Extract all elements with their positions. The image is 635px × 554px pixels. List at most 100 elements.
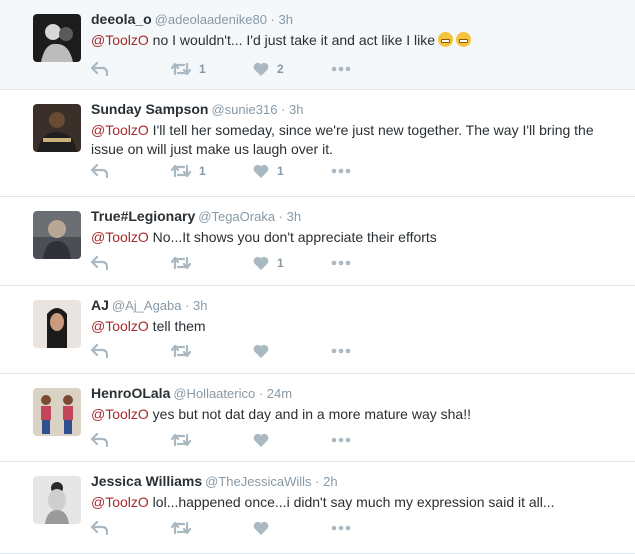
tweet-actions — [91, 341, 371, 361]
user-handle[interactable]: @TegaOraka — [198, 209, 275, 224]
like-count: 2 — [277, 62, 284, 76]
separator-dot: · — [311, 474, 324, 489]
avatar[interactable] — [33, 388, 81, 436]
display-name[interactable]: deeola_o — [91, 11, 152, 27]
like-count: 1 — [277, 164, 284, 178]
separator-dot: · — [255, 386, 267, 401]
like-button[interactable]: 1 — [253, 253, 284, 273]
retweet-icon — [171, 62, 191, 76]
avatar[interactable] — [33, 104, 81, 152]
like-button[interactable] — [253, 518, 277, 538]
more-button[interactable] — [331, 161, 351, 181]
tweet-text: @ToolzO No...It shows you don't apprecia… — [91, 228, 615, 247]
tweet[interactable]: Jessica Williams @TheJessicaWills · 2h @T… — [0, 462, 635, 554]
avatar[interactable] — [33, 14, 81, 62]
more-button[interactable] — [331, 430, 351, 450]
separator-dot: · — [277, 102, 289, 117]
more-dots-icon — [331, 168, 351, 174]
tweet-text: @ToolzO tell them — [91, 317, 615, 336]
heart-icon — [253, 256, 269, 270]
user-handle[interactable]: @Aj_Agaba — [112, 298, 182, 313]
retweet-count: 1 — [199, 164, 206, 178]
display-name[interactable]: AJ — [91, 297, 109, 313]
like-button[interactable] — [253, 430, 277, 450]
timestamp[interactable]: 3h — [193, 298, 207, 313]
tweet-actions — [91, 518, 371, 538]
reply-button[interactable] — [91, 253, 108, 273]
reply-icon — [91, 164, 108, 178]
display-name[interactable]: True#Legionary — [91, 208, 195, 224]
reply-button[interactable] — [91, 430, 108, 450]
display-name[interactable]: Jessica Williams — [91, 473, 202, 489]
heart-icon — [253, 344, 269, 358]
display-name[interactable]: Sunday Sampson — [91, 101, 208, 117]
user-handle[interactable]: @sunie316 — [211, 102, 277, 117]
retweet-button[interactable] — [171, 518, 199, 538]
reply-button[interactable] — [91, 59, 108, 79]
tweet-body: tell them — [148, 318, 206, 334]
tweet-text: @ToolzO no I wouldn't... I'd just take i… — [91, 31, 615, 50]
tweet-body: lol...happened once...i didn't say much … — [148, 494, 555, 510]
mention-link[interactable]: @ToolzO — [91, 32, 149, 48]
heart-icon — [253, 521, 269, 535]
mention-link[interactable]: @ToolzO — [91, 318, 149, 334]
reply-icon — [91, 62, 108, 76]
avatar[interactable] — [33, 300, 81, 348]
retweet-button[interactable]: 1 — [171, 161, 206, 181]
tweet-actions: 1 — [91, 253, 371, 273]
avatar[interactable] — [33, 211, 81, 259]
more-dots-icon — [331, 348, 351, 354]
more-dots-icon — [331, 66, 351, 72]
retweet-icon — [171, 256, 191, 270]
tweet-text: @ToolzO I'll tell her someday, since we'… — [91, 121, 615, 159]
tweet[interactable]: HenroOLala @Hollaaterico · 24m @ToolzO ye… — [0, 374, 635, 462]
mention-link[interactable]: @ToolzO — [91, 406, 149, 422]
user-handle[interactable]: @TheJessicaWills — [205, 474, 311, 489]
tweet-body: yes but not dat day and in a more mature… — [148, 406, 471, 422]
more-button[interactable] — [331, 253, 351, 273]
avatar[interactable] — [33, 476, 81, 524]
user-handle[interactable]: @Hollaaterico — [173, 386, 255, 401]
tweet-text: @ToolzO yes but not dat day and in a mor… — [91, 405, 615, 424]
heart-icon — [253, 433, 269, 447]
reply-button[interactable] — [91, 518, 108, 538]
tweet[interactable]: deeola_o @adeolaadenike80 · 3h @ToolzO no… — [0, 0, 635, 90]
user-handle[interactable]: @adeolaadenike80 — [155, 12, 267, 27]
separator-dot: · — [266, 12, 279, 27]
grimacing-emoji-icon — [456, 32, 472, 47]
separator-dot: · — [275, 209, 287, 224]
display-name[interactable]: HenroOLala — [91, 385, 170, 401]
more-dots-icon — [331, 260, 351, 266]
mention-link[interactable]: @ToolzO — [91, 229, 149, 245]
retweet-button[interactable] — [171, 253, 199, 273]
tweet-body: No...It shows you don't appreciate their… — [148, 229, 437, 245]
like-button[interactable]: 1 — [253, 161, 284, 181]
timestamp[interactable]: 2h — [323, 474, 337, 489]
tweet-timeline: deeola_o @adeolaadenike80 · 3h @ToolzO no… — [0, 0, 635, 554]
tweet[interactable]: Sunday Sampson @sunie316 · 3h @ToolzO I'l… — [0, 90, 635, 197]
tweet[interactable]: AJ @Aj_Agaba · 3h @ToolzO tell them — [0, 286, 635, 374]
tweet[interactable]: True#Legionary @TegaOraka · 3h @ToolzO No… — [0, 197, 635, 286]
mention-link[interactable]: @ToolzO — [91, 122, 149, 138]
mention-link[interactable]: @ToolzO — [91, 494, 149, 510]
retweet-count: 1 — [199, 62, 206, 76]
timestamp[interactable]: 3h — [289, 102, 303, 117]
reply-icon — [91, 256, 108, 270]
timestamp[interactable]: 3h — [287, 209, 301, 224]
retweet-button[interactable] — [171, 430, 199, 450]
more-button[interactable] — [331, 341, 351, 361]
retweet-icon — [171, 344, 191, 358]
reply-button[interactable] — [91, 341, 108, 361]
reply-icon — [91, 344, 108, 358]
timestamp[interactable]: 3h — [279, 12, 293, 27]
more-button[interactable] — [331, 518, 351, 538]
more-button[interactable] — [331, 59, 351, 79]
like-button[interactable]: 2 — [253, 59, 284, 79]
reply-icon — [91, 521, 108, 535]
like-button[interactable] — [253, 341, 277, 361]
reply-button[interactable] — [91, 161, 108, 181]
retweet-button[interactable] — [171, 341, 199, 361]
timestamp[interactable]: 24m — [267, 386, 292, 401]
retweet-button[interactable]: 1 — [171, 59, 206, 79]
retweet-icon — [171, 433, 191, 447]
